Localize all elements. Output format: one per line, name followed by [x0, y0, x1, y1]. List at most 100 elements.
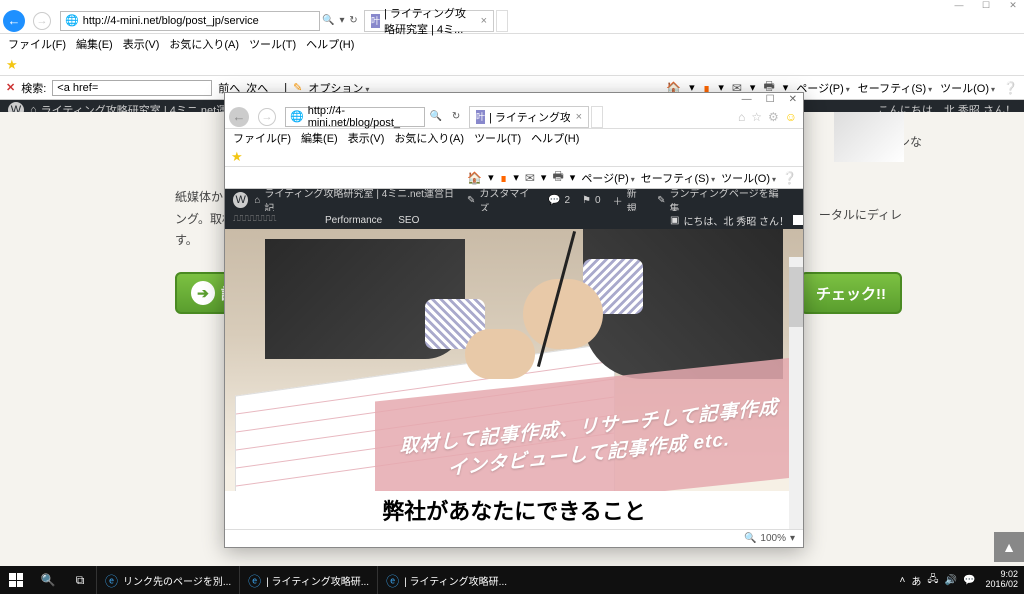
popup-close[interactable]: ✕ — [789, 94, 797, 105]
tools-menu[interactable]: ツール(O) — [940, 80, 995, 96]
main-titlebar: — ☐ ✕ — [0, 0, 1024, 8]
tray-chevron-icon[interactable]: ˄ — [900, 575, 906, 586]
windows-logo-icon — [9, 573, 23, 587]
perf-link[interactable]: Performance — [325, 215, 382, 226]
menu-tools[interactable]: ツール(T) — [474, 130, 521, 146]
fav-star-icon[interactable]: ☆ — [751, 110, 762, 124]
seo-link[interactable]: SEO — [398, 215, 419, 226]
help-icon[interactable]: ❔ — [782, 171, 797, 185]
system-tray: ˄ あ 🖧 🔊 💬 9:022016/02 — [900, 570, 1024, 590]
url-field[interactable]: 🌐 http://4-mini.net/blog/post_jp/service — [60, 11, 320, 31]
taskbar-item-1[interactable]: ⓔリンク先のページを別... — [96, 566, 239, 594]
para-r2: ータルにディレ — [819, 208, 902, 222]
find-label: 検索: — [21, 80, 46, 96]
menu-view[interactable]: 表示(V) — [123, 36, 160, 52]
popup-address-bar: ← → 🌐 http://4-mini.net/blog/post_ 🔍↻ 叶 … — [225, 105, 803, 129]
page-menu[interactable]: ページ(P) — [796, 80, 849, 96]
check-label: チェック!! — [816, 283, 886, 304]
popup-tab[interactable]: 叶 | ライティング攻略研究室 | 4ミ... × — [469, 106, 589, 128]
home-icon[interactable]: ⌂ — [738, 110, 745, 124]
ie-popup-window: — ☐ ✕ ← → 🌐 http://4-mini.net/blog/post_… — [224, 92, 804, 548]
zoom-value[interactable]: 100% — [760, 533, 786, 544]
wp-pending[interactable]: ⚑0 — [582, 195, 601, 206]
smile-icon[interactable]: ☺ — [785, 110, 797, 124]
popup-page-content: 取材して記事作成、リサーチして記事作成 インタビューして記事作成 etc. 弊社… — [225, 229, 803, 529]
page-menu[interactable]: ページ(P) — [581, 170, 634, 186]
tab-close-icon[interactable]: × — [481, 15, 487, 27]
refresh-icon[interactable]: ↻ — [349, 15, 357, 26]
menu-help[interactable]: ヘルプ(H) — [306, 36, 354, 52]
tab-close-icon[interactable]: × — [576, 111, 582, 123]
menu-file[interactable]: ファイル(F) — [233, 130, 291, 146]
help-icon[interactable]: ❔ — [1003, 81, 1018, 95]
popup-back[interactable]: ← — [225, 105, 253, 129]
gear-icon[interactable]: ⚙ — [768, 110, 779, 124]
menu-edit[interactable]: 編集(E) — [76, 36, 113, 52]
safety-menu[interactable]: セーフティ(S) — [641, 170, 715, 186]
browser-tab[interactable]: 叶 | ライティング攻略研究室 | 4ミ... × — [364, 10, 494, 32]
popup-maximize[interactable]: ☐ — [766, 94, 775, 105]
taskbar-item-2[interactable]: ⓔ| ライティング攻略研... — [239, 566, 377, 594]
menu-view[interactable]: 表示(V) — [348, 130, 385, 146]
menu-favorites[interactable]: お気に入り(A) — [394, 130, 464, 146]
refresh-search[interactable]: 🔍▾↻ — [320, 15, 360, 26]
ie-icon: ⓔ — [105, 571, 118, 590]
star-icon[interactable]: ★ — [231, 149, 243, 165]
scroll-top-button[interactable]: ▲ — [994, 532, 1024, 562]
maximize-button[interactable]: ☐ — [980, 0, 992, 8]
globe-icon: 🌐 — [290, 110, 304, 123]
avatar[interactable] — [793, 215, 803, 225]
find-close-icon[interactable]: ✕ — [6, 81, 15, 94]
popup-forward[interactable]: → — [253, 105, 281, 129]
popup-url: http://4-mini.net/blog/post_ — [308, 105, 420, 129]
popup-menu-bar: ファイル(F) 編集(E) 表示(V) お気に入り(A) ツール(T) ヘルプ(… — [225, 129, 803, 147]
wp-logo-icon[interactable]: W — [233, 192, 248, 208]
tray-volume-icon[interactable]: 🔊 — [945, 575, 957, 586]
menu-file[interactable]: ファイル(F) — [8, 36, 66, 52]
menu-help[interactable]: ヘルプ(H) — [531, 130, 579, 146]
feed-icon[interactable]: ∎ — [500, 171, 508, 185]
taskbar-search-icon[interactable]: 🔍 — [32, 573, 64, 587]
globe-icon: 🌐 — [65, 14, 79, 27]
task-view-icon[interactable]: ⧉ — [64, 573, 96, 588]
close-button[interactable]: ✕ — [1007, 0, 1019, 8]
print-icon[interactable]: 🖶 — [552, 167, 563, 188]
popup-scrollbar[interactable] — [789, 257, 803, 529]
menu-favorites[interactable]: お気に入り(A) — [169, 36, 239, 52]
safety-menu[interactable]: セーフティ(S) — [858, 80, 932, 96]
exp-icon[interactable]: ▣ — [670, 215, 679, 226]
wp-comments[interactable]: 💬2 — [548, 195, 570, 206]
ie-icon: ⓔ — [248, 571, 261, 590]
tray-network-icon[interactable]: 🖧 — [927, 572, 938, 589]
back-button[interactable]: ← — [0, 9, 28, 33]
popup-wp-greeting[interactable]: にちは、北 秀昭 さん！ — [683, 213, 789, 228]
zoom-icon[interactable]: 🔍 — [744, 533, 756, 544]
start-button[interactable] — [0, 566, 32, 594]
find-input[interactable] — [52, 80, 212, 96]
star-icon[interactable]: ★ — [6, 57, 18, 73]
taskbar-item-3[interactable]: ⓔ| ライティング攻略研... — [377, 566, 515, 594]
side-image — [834, 112, 904, 162]
minimize-button[interactable]: — — [953, 0, 965, 8]
check-button[interactable]: チェック!! — [800, 272, 902, 314]
perf-wave-icon: ⎍⎍⎍⎍⎍⎍⎍⎍ — [233, 213, 275, 224]
popup-statusbar: 🔍 100% ▾ — [225, 529, 803, 547]
ie-icon: ⓔ — [386, 571, 399, 590]
mail-icon[interactable]: ✉ — [525, 171, 535, 185]
menu-edit[interactable]: 編集(E) — [301, 130, 338, 146]
home-icon[interactable]: 🏠 — [467, 171, 482, 185]
popup-refresh[interactable]: 🔍↻ — [425, 111, 465, 122]
section-heading: 弊社があなたにできること — [225, 491, 803, 529]
menu-tools[interactable]: ツール(T) — [249, 36, 296, 52]
taskbar-clock[interactable]: 9:022016/02 — [981, 570, 1018, 590]
popup-new-tab[interactable] — [591, 106, 603, 128]
new-tab-button[interactable] — [496, 10, 508, 32]
tray-action-icon[interactable]: 💬 — [963, 575, 975, 586]
forward-button[interactable]: → — [28, 9, 56, 33]
popup-minimize[interactable]: — — [742, 94, 752, 105]
tools-menu[interactable]: ツール(O) — [721, 170, 776, 186]
favicon-icon: 叶 — [476, 110, 485, 124]
popup-url-field[interactable]: 🌐 http://4-mini.net/blog/post_ — [285, 107, 425, 127]
tray-ime-icon[interactable]: あ — [911, 573, 921, 588]
main-menu-bar: ファイル(F) 編集(E) 表示(V) お気に入り(A) ツール(T) ヘルプ(… — [0, 34, 1024, 54]
